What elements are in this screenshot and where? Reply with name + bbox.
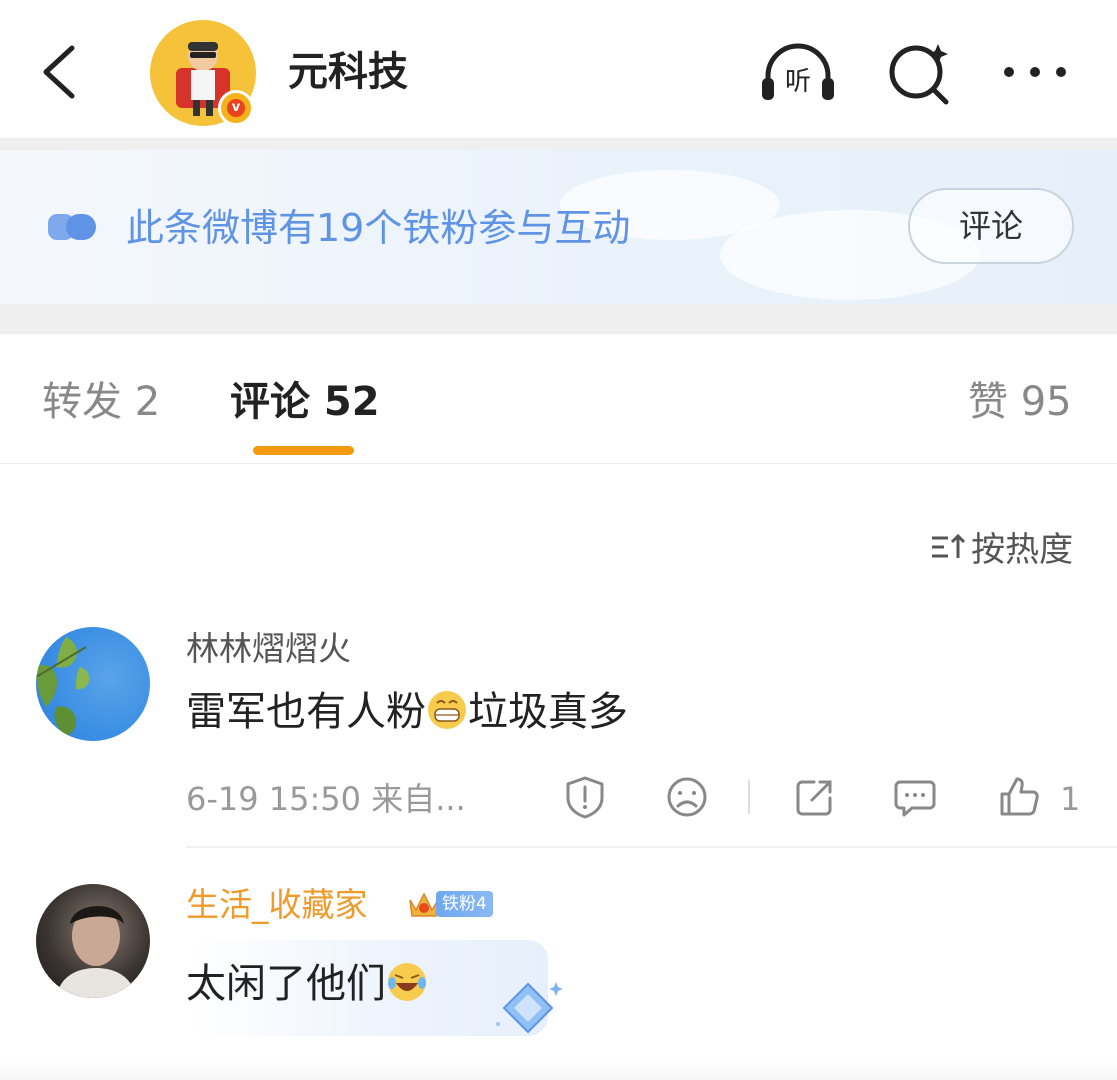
comment-text: 雷军也有人粉 垃圾真多 (186, 684, 628, 740)
active-tab-indicator (253, 446, 354, 455)
iron-fan-icon (48, 214, 96, 240)
dislike-face-icon[interactable] (664, 774, 710, 820)
leaf-avatar-image (36, 637, 90, 737)
comment-meta: 6-19 15:50 来自... (186, 780, 466, 818)
account-name[interactable]: 元科技 (288, 46, 408, 98)
commenter-name[interactable]: 生活_收藏家 (186, 884, 368, 926)
comment-text-part: 垃圾真多 (468, 689, 628, 735)
comment-button[interactable]: 评论 (908, 188, 1074, 264)
sort-label: 按热度 (971, 530, 1074, 570)
diamond-decoration-icon (496, 982, 563, 1034)
action-divider (748, 780, 750, 814)
next-comment-preview (0, 1060, 1117, 1080)
section-gap (0, 304, 1117, 334)
post-stats-tabs: 转发 2 评论 52 赞 95 (0, 334, 1117, 464)
comment-divider (186, 846, 1117, 848)
tab-likes[interactable]: 赞 95 (968, 376, 1072, 428)
fan-level-label: 铁粉4 (436, 891, 493, 917)
comment-text-part: 雷军也有人粉 (186, 689, 426, 735)
comment-text-part: 太闲了他们 (186, 961, 386, 1007)
verified-badge: v (218, 90, 254, 126)
section-gap (0, 138, 1117, 150)
like-count: 1 (1060, 780, 1081, 818)
laugh-cry-emoji (388, 963, 426, 1001)
more-icon[interactable] (995, 38, 1079, 108)
thumbs-up-icon[interactable] (996, 774, 1042, 820)
report-icon[interactable] (562, 774, 608, 820)
fans-interaction-text: 此条微博有19个铁粉参与互动 (126, 206, 631, 250)
back-icon[interactable] (38, 42, 82, 102)
tab-comments[interactable]: 评论 52 (230, 376, 380, 428)
listen-icon[interactable]: 听 (756, 38, 840, 108)
top-bar: v 元科技 听 (0, 0, 1117, 138)
listen-label: 听 (785, 67, 811, 97)
sort-toggle[interactable]: 按热度 (930, 522, 1073, 570)
sort-icon (932, 533, 966, 558)
grin-emoji (428, 691, 466, 729)
reply-comment-icon[interactable] (892, 774, 938, 820)
portrait-avatar-image (56, 905, 136, 998)
ai-search-icon[interactable] (880, 38, 964, 108)
commenter-name[interactable]: 林林熠熠火 (186, 628, 351, 670)
tab-reposts[interactable]: 转发 2 (42, 376, 160, 428)
commenter-avatar[interactable] (36, 884, 150, 998)
share-icon[interactable] (792, 774, 838, 820)
fans-interaction-banner: 此条微博有19个铁粉参与互动 评论 (0, 150, 1117, 304)
fan-level-badge[interactable]: 铁粉4 (406, 888, 493, 922)
comment-text: 太闲了他们 (186, 956, 428, 1012)
commenter-avatar[interactable] (36, 627, 150, 741)
